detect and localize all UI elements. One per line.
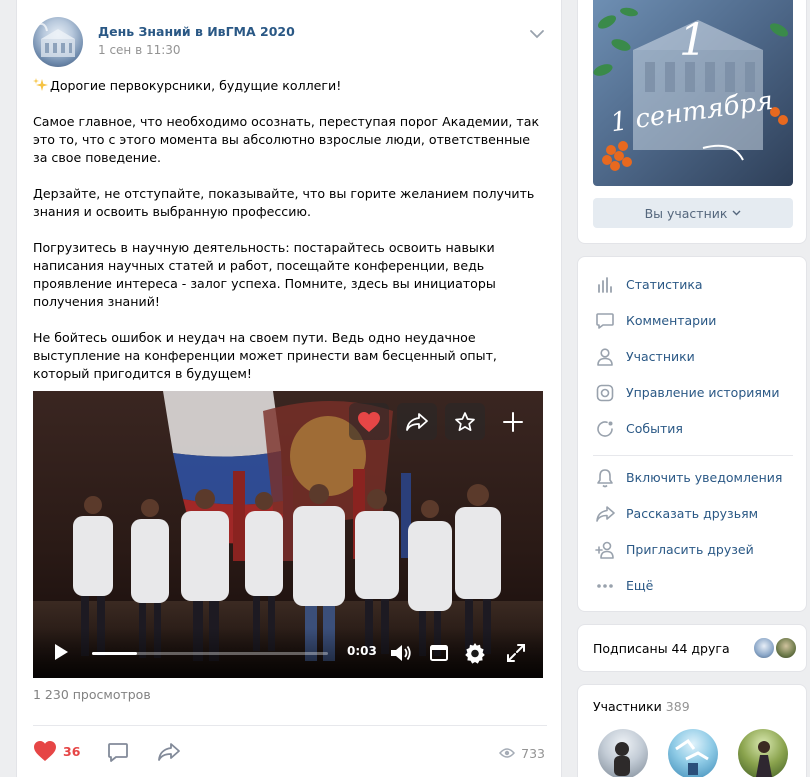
svg-text:1: 1 — [679, 15, 707, 66]
friends-subscribed-card[interactable]: Подписаны 44 друга — [577, 624, 807, 672]
heart-icon — [358, 411, 380, 432]
cover-image: 1 1 сентября — [593, 0, 793, 186]
video-like-button[interactable] — [349, 403, 389, 440]
post-paragraph: Самое главное, что необходимо осознать, … — [33, 114, 540, 165]
post-actions: 36 733 — [33, 738, 547, 768]
views-count: 733 — [521, 745, 545, 761]
menu-item-more[interactable]: Ещё — [578, 568, 808, 604]
community-avatar[interactable] — [33, 17, 83, 67]
sparkles-icon — [33, 78, 48, 91]
divider — [593, 455, 793, 456]
plus-icon — [503, 411, 523, 432]
more-icon — [597, 584, 613, 588]
menu-item-comments[interactable]: Комментарии — [578, 303, 808, 339]
gear-icon[interactable] — [463, 641, 487, 665]
comment-icon — [596, 313, 614, 329]
menu-item-label: Управление историями — [626, 385, 780, 400]
chevron-down-icon[interactable] — [529, 29, 545, 39]
video-progress-fill — [92, 652, 137, 655]
friends-subscribed-label: Подписаны 44 друга — [593, 641, 730, 656]
community-cover[interactable]: 1 1 сентября — [593, 0, 793, 186]
member-status-button[interactable]: Вы участник — [593, 198, 793, 228]
member-avatar[interactable] — [668, 729, 718, 777]
video-views-label: 1 230 просмотров — [33, 687, 151, 702]
members-count: 389 — [665, 699, 690, 714]
video-progress-track[interactable] — [92, 652, 328, 655]
menu-item-label: Ещё — [626, 578, 654, 593]
post-date[interactable]: 1 сен в 11:30 — [98, 43, 181, 57]
post-author[interactable]: День Знаний в ИвГМА 2020 — [98, 24, 295, 39]
community-menu: Статистика Комментарии Участники Управле… — [577, 256, 807, 612]
menu-item-tell-friends[interactable]: Рассказать друзьям — [578, 496, 808, 532]
video-share-button[interactable] — [397, 403, 437, 440]
volume-icon[interactable] — [389, 642, 413, 664]
post-text: Дорогие первокурсники, будущие коллеги! … — [33, 77, 548, 383]
play-icon[interactable] — [53, 643, 69, 661]
video-controls: 0:03 — [33, 628, 543, 678]
fullscreen-icon[interactable] — [505, 642, 527, 664]
members-card: Участники 389 — [577, 684, 807, 777]
menu-item-stories[interactable]: Управление историями — [578, 375, 808, 411]
star-icon — [455, 411, 475, 431]
menu-item-members[interactable]: Участники — [578, 339, 808, 375]
post-paragraph-text: Дорогие первокурсники, будущие коллеги! — [50, 78, 342, 93]
eye-icon — [499, 748, 516, 758]
like-count[interactable]: 36 — [63, 744, 80, 759]
menu-item-events[interactable]: События — [578, 411, 808, 447]
divider — [33, 725, 547, 726]
members-title: Участники — [593, 699, 662, 714]
share-icon[interactable] — [157, 741, 181, 763]
comment-icon[interactable] — [107, 741, 129, 763]
chevron-down-icon — [732, 210, 741, 216]
friend-avatar[interactable] — [752, 636, 776, 660]
member-status-label: Вы участник — [644, 205, 728, 221]
menu-item-label: Статистика — [626, 277, 703, 292]
post-paragraph: Дерзайте, не отступайте, показывайте, чт… — [33, 186, 535, 219]
menu-item-label: События — [626, 421, 683, 436]
video-time: 0:03 — [347, 644, 377, 658]
event-icon — [597, 421, 613, 437]
bell-icon — [597, 469, 613, 488]
video-add-button[interactable] — [493, 403, 533, 440]
mini-player-icon[interactable] — [429, 643, 449, 663]
like-heart-icon[interactable] — [33, 740, 57, 762]
post-card: День Знаний в ИвГМА 2020 1 сен в 11:30 Д… — [16, 0, 562, 777]
stats-icon — [598, 277, 612, 293]
video-favorite-button[interactable] — [445, 403, 485, 440]
menu-item-label: Участники — [626, 349, 695, 364]
member-avatar[interactable] — [738, 729, 788, 777]
menu-item-notifications[interactable]: Включить уведомления — [578, 460, 808, 496]
menu-item-invite-friends[interactable]: Пригласить друзей — [578, 532, 808, 568]
menu-item-statistics[interactable]: Статистика — [578, 267, 808, 303]
menu-item-label: Рассказать друзьям — [626, 506, 759, 521]
post-paragraph: Погрузитесь в научную деятельность: пост… — [33, 240, 496, 309]
share-icon — [596, 506, 615, 522]
menu-item-label: Включить уведомления — [626, 470, 783, 485]
post-paragraph: Дорогие первокурсники, будущие коллеги! — [33, 77, 548, 95]
community-cover-card: 1 1 сентября Вы участник — [577, 0, 807, 244]
post-header: День Знаний в ИвГМА 2020 1 сен в 11:30 — [33, 17, 547, 67]
members-heading[interactable]: Участники 389 — [593, 699, 690, 714]
member-avatar[interactable] — [598, 729, 648, 777]
add-user-icon — [595, 541, 614, 559]
menu-item-label: Комментарии — [626, 313, 717, 328]
video-player[interactable]: 0:03 — [33, 391, 543, 678]
stories-icon — [596, 384, 614, 402]
menu-item-label: Пригласить друзей — [626, 542, 754, 557]
post-views: 733 — [499, 743, 545, 763]
share-arrow-icon — [406, 412, 428, 431]
post-paragraph: Не бойтесь ошибок и неудач на своем пути… — [33, 330, 497, 381]
user-icon — [597, 348, 613, 366]
friend-avatar[interactable] — [774, 636, 798, 660]
